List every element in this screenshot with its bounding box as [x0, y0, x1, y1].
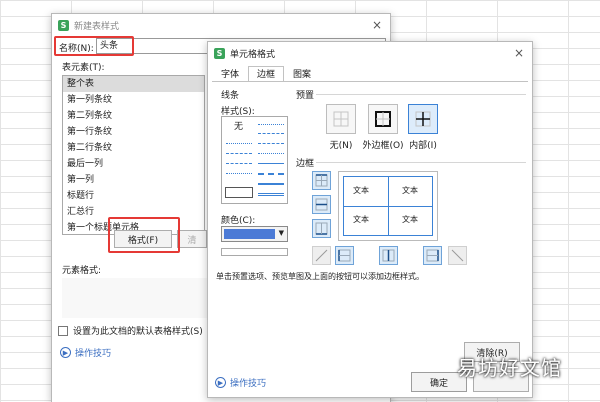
line-style-option[interactable]	[226, 163, 252, 164]
border-middle-vertical-icon	[382, 249, 395, 262]
preview-cell-text: 文本	[353, 215, 369, 224]
format-highlight-box	[108, 217, 180, 253]
line-style-option[interactable]	[226, 153, 252, 154]
dialog1-tips-link[interactable]: ▶ 操作技巧	[60, 346, 111, 359]
list-item[interactable]: 第一行条纹	[63, 124, 204, 140]
default-style-checkbox[interactable]	[58, 325, 68, 336]
element-format-label: 元素格式:	[62, 266, 102, 276]
play-icon: ▶	[215, 377, 226, 388]
border-diagonal-up-button[interactable]	[312, 246, 331, 265]
border-left-icon	[338, 249, 351, 262]
preset-inside-icon	[415, 111, 431, 127]
preview-inner-horizontal	[343, 206, 433, 207]
tab-divider	[212, 81, 528, 82]
wps-app-icon: S	[214, 47, 225, 59]
line-group-label: 线条	[221, 91, 240, 101]
line-style-option[interactable]	[226, 143, 252, 144]
preset-inside-label: 内部(I)	[409, 141, 437, 151]
dialog2-tips-label: 操作技巧	[230, 379, 267, 389]
wps-app-icon: S	[58, 19, 69, 31]
line-style-option[interactable]	[258, 173, 284, 175]
tab-border[interactable]: 边框	[248, 66, 285, 82]
list-item[interactable]: 第一列条纹	[63, 92, 204, 108]
list-item[interactable]: 第一列	[63, 172, 204, 188]
preset-outline-button[interactable]	[368, 104, 398, 134]
preset-outline-label: 外边框(O)	[362, 141, 404, 151]
border-diagonal-down-button[interactable]	[448, 246, 467, 265]
dialog2-title: 单元格格式	[230, 49, 276, 60]
line-style-option[interactable]	[226, 173, 252, 174]
default-style-checkbox-row[interactable]: 设置为此文档的默认表格样式(S)	[58, 324, 203, 337]
elements-label: 表元素(T):	[62, 63, 105, 73]
list-item[interactable]: 标题行	[63, 188, 204, 204]
tab-font[interactable]: 字体	[212, 66, 248, 82]
line-color-dropdown[interactable]: ▼	[221, 226, 288, 242]
preset-inside-button[interactable]	[408, 104, 438, 134]
list-item[interactable]: 最后一列	[63, 156, 204, 172]
dialog1-title: 新建表样式	[74, 21, 120, 32]
preset-group-label: 预置	[296, 91, 315, 101]
border-right-button[interactable]	[423, 246, 442, 265]
line-style-option[interactable]	[258, 183, 284, 185]
line-style-option[interactable]	[258, 153, 284, 154]
preset-none-icon	[333, 111, 349, 127]
line-style-option[interactable]	[258, 193, 284, 196]
diagonal-up-icon	[315, 249, 328, 262]
dialog1-tips-label: 操作技巧	[75, 349, 112, 359]
format-tabs: 字体 边框 图案	[212, 66, 320, 82]
list-item[interactable]: 第二列条纹	[63, 108, 204, 124]
dialog1-titlebar: S 新建表样式 ×	[52, 14, 390, 36]
border-middle-vertical-button[interactable]	[379, 246, 398, 265]
line-style-option[interactable]	[258, 163, 284, 164]
preview-cell-text: 文本	[353, 186, 369, 195]
border-middle-horizontal-icon	[315, 198, 328, 211]
preset-none-label: 无(N)	[329, 141, 353, 151]
cell-format-dialog: S 单元格格式 × 字体 边框 图案 线条 样式(S): 无 颜色(C): ▼ …	[207, 41, 533, 398]
default-style-label: 设置为此文档的默认表格样式(S)	[73, 327, 203, 337]
dialog2-tips-link[interactable]: ▶ 操作技巧	[215, 376, 266, 389]
border-bottom-button[interactable]	[312, 219, 331, 238]
border-bottom-icon	[315, 222, 328, 235]
tab-pattern[interactable]: 图案	[284, 66, 320, 82]
dialog2-titlebar: S 单元格格式 ×	[208, 42, 532, 64]
preset-outline-icon	[375, 111, 391, 127]
line-color-swatch	[224, 229, 275, 239]
line-style-option[interactable]	[258, 124, 284, 125]
element-format-preview	[62, 278, 212, 318]
clear-style-button[interactable]: 清	[177, 230, 207, 248]
chevron-down-icon: ▼	[278, 229, 284, 237]
list-item[interactable]: 第二行条纹	[63, 140, 204, 156]
border-top-icon	[315, 174, 328, 187]
line-style-list[interactable]: 无	[221, 116, 288, 204]
name-highlight-box	[54, 36, 134, 56]
dialog1-close-icon[interactable]: ×	[372, 18, 382, 32]
watermark-text: 易坊好文馆	[457, 356, 562, 380]
style-none-label: 无	[234, 122, 244, 132]
border-description: 单击预置选项、预览草图及上面的按钮可以添加边框样式。	[216, 272, 424, 281]
preset-divider	[316, 94, 526, 95]
table-elements-list[interactable]: 整个表 第一列条纹 第二列条纹 第一行条纹 第二行条纹 最后一列 第一列 标题行…	[62, 75, 205, 235]
line-sample-preview	[221, 248, 288, 256]
line-style-option[interactable]	[258, 143, 284, 144]
preview-cell-text: 文本	[402, 186, 418, 195]
dialog2-close-icon[interactable]: ×	[514, 46, 524, 60]
border-group-label: 边框	[296, 159, 315, 169]
border-middle-horizontal-button[interactable]	[312, 195, 331, 214]
list-item[interactable]: 整个表	[63, 76, 204, 92]
selected-line-style[interactable]	[225, 187, 253, 198]
line-style-option[interactable]	[258, 133, 284, 134]
border-divider	[316, 162, 526, 163]
border-preview[interactable]: 文本 文本 文本 文本	[338, 171, 438, 241]
preset-none-button[interactable]	[326, 104, 356, 134]
preview-cell-text: 文本	[402, 215, 418, 224]
color-label: 颜色(C):	[221, 216, 256, 226]
diagonal-down-icon	[451, 249, 464, 262]
border-top-button[interactable]	[312, 171, 331, 190]
play-icon: ▶	[60, 347, 71, 358]
border-left-button[interactable]	[335, 246, 354, 265]
border-right-icon	[426, 249, 439, 262]
